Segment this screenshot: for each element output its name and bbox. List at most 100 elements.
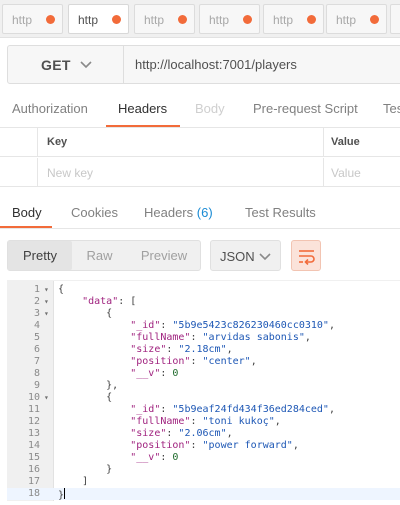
- code-line-text: "_id": "5b9eaf24fd434f36ed284ced",: [130, 404, 335, 415]
- line-number: 3: [33, 308, 40, 319]
- fold-toggle-icon[interactable]: ▾: [44, 296, 49, 308]
- unsaved-dot-icon: [112, 15, 121, 24]
- column-divider: [37, 128, 38, 157]
- url-input[interactable]: http://localhost:7001/players: [135, 57, 297, 72]
- code-line: 9 },: [7, 380, 400, 392]
- code-line-text: }: [58, 488, 66, 501]
- code-line-text: "_id": "5b9e5423c826230460cc0310",: [130, 320, 335, 331]
- new-key-input[interactable]: New key: [47, 166, 93, 180]
- tab-authorization[interactable]: Authorization: [12, 101, 88, 116]
- request-tab[interactable]: http: [326, 4, 387, 34]
- request-section-tabs: Authorization Headers Body Pre-request S…: [0, 91, 400, 128]
- code-line: 8 "__v": 0: [7, 368, 400, 380]
- chevron-down-icon: [80, 61, 92, 69]
- code-line: 13 "size": "2.06cm",: [7, 428, 400, 440]
- request-tab[interactable]: http: [199, 4, 260, 34]
- request-tab-strip: http http http http http http http: [0, 0, 400, 38]
- line-number: 12: [27, 416, 40, 427]
- method-select[interactable]: GET: [8, 46, 124, 83]
- new-value-input[interactable]: Value: [331, 166, 361, 180]
- pretty-button[interactable]: Pretty: [8, 241, 72, 270]
- code-line: 4 "_id": "5b9e5423c826230460cc0310",: [7, 320, 400, 332]
- code-line-text: {: [58, 308, 113, 319]
- tab-test-results[interactable]: Test Results: [245, 205, 316, 220]
- unsaved-dot-icon: [370, 15, 379, 24]
- code-line: 11 "_id": "5b9eaf24fd434f36ed284ced",: [7, 404, 400, 416]
- code-line-text: },: [58, 380, 119, 391]
- request-tab-label: http: [336, 13, 357, 27]
- code-line-text: "size": "2.06cm",: [130, 428, 233, 439]
- tab-cookies[interactable]: Cookies: [71, 205, 118, 220]
- code-line-text: "fullName": "arvidas sabonis",: [130, 332, 311, 343]
- response-section-tabs: Body Cookies Headers (6) Test Results: [0, 196, 400, 229]
- line-number: 1: [33, 284, 40, 295]
- code-line-text: "size": "2.18cm",: [130, 344, 233, 355]
- code-line: 7 "position": "center",: [7, 356, 400, 368]
- fold-toggle-icon[interactable]: ▾: [44, 284, 49, 296]
- active-tab-indicator: [0, 226, 52, 228]
- code-line: 18}: [7, 488, 400, 501]
- wrap-lines-icon: [299, 250, 315, 265]
- format-select[interactable]: JSON: [210, 240, 281, 271]
- code-line: 2 ▾ "data": [: [7, 296, 400, 308]
- tab-response-headers[interactable]: Headers (6): [144, 205, 213, 220]
- active-tab-indicator: [106, 125, 180, 127]
- tab-body[interactable]: Body: [195, 101, 225, 116]
- request-tab[interactable]: http: [2, 4, 63, 34]
- code-line: 17 ]: [7, 476, 400, 488]
- request-tab-label: http: [78, 13, 99, 27]
- request-tab-label: http: [273, 13, 294, 27]
- request-url-bar: GET http://localhost:7001/players: [7, 45, 400, 84]
- tab-pre-request-script[interactable]: Pre-request Script: [253, 101, 358, 116]
- response-body-editor[interactable]: 1 ▾ {2 ▾ "data": [3 ▾ {4 "_id": "5b9e5423c82…: [7, 280, 400, 501]
- request-tab-active[interactable]: http: [68, 4, 129, 34]
- fold-toggle-icon[interactable]: ▾: [44, 308, 49, 320]
- request-tab[interactable]: http: [134, 4, 195, 34]
- tab-response-body[interactable]: Body: [12, 205, 42, 220]
- code-line-text: {: [58, 392, 113, 403]
- line-number: 6: [33, 344, 40, 355]
- headers-table-new-row: New key Value: [0, 158, 400, 187]
- request-tab[interactable]: http: [390, 4, 400, 34]
- tab-response-headers-label: Headers: [144, 205, 194, 220]
- line-number: 4: [33, 320, 40, 331]
- headers-table: Key Value New key Value: [0, 128, 400, 188]
- request-tab-label: http: [209, 13, 230, 27]
- code-line: 6 "size": "2.18cm",: [7, 344, 400, 356]
- line-number: 18: [27, 488, 40, 499]
- code-line-text: "__v": 0: [130, 368, 179, 379]
- preview-button[interactable]: Preview: [127, 241, 201, 270]
- tab-headers[interactable]: Headers: [118, 101, 167, 116]
- line-number: 7: [33, 356, 40, 367]
- fold-toggle-icon[interactable]: ▾: [44, 392, 49, 404]
- headers-count-badge: (6): [196, 205, 213, 220]
- line-number: 14: [27, 440, 40, 451]
- line-number: 16: [27, 464, 40, 475]
- chevron-down-icon: [259, 253, 271, 261]
- code-line: 12 "fullName": "toni kukoç",: [7, 416, 400, 428]
- unsaved-dot-icon: [46, 15, 55, 24]
- wrap-lines-button[interactable]: [291, 240, 321, 271]
- request-tab-label: http: [12, 13, 33, 27]
- request-tab[interactable]: http: [263, 4, 324, 34]
- code-line: 15 "__v": 0: [7, 452, 400, 464]
- line-number: 8: [33, 368, 40, 379]
- code-line-text: "position": "center",: [130, 356, 257, 367]
- column-header-key: Key: [47, 136, 68, 148]
- tab-tests[interactable]: Tests: [383, 101, 400, 116]
- request-tab-label: http: [144, 13, 165, 27]
- headers-table-header-row: Key Value: [0, 128, 400, 157]
- code-line: 1 ▾ {: [7, 284, 400, 296]
- column-header-value: Value: [331, 136, 360, 148]
- line-number: 17: [27, 476, 40, 487]
- line-number: 5: [33, 332, 40, 343]
- column-divider: [323, 158, 324, 187]
- raw-button[interactable]: Raw: [72, 241, 127, 270]
- code-line-text: "__v": 0: [130, 452, 179, 463]
- line-number: 15: [27, 452, 40, 463]
- code-line: 3 ▾ {: [7, 308, 400, 320]
- line-number: 13: [27, 428, 40, 439]
- view-mode-switch: Pretty Raw Preview: [7, 240, 201, 271]
- unsaved-dot-icon: [178, 15, 187, 24]
- line-number: 11: [27, 404, 40, 415]
